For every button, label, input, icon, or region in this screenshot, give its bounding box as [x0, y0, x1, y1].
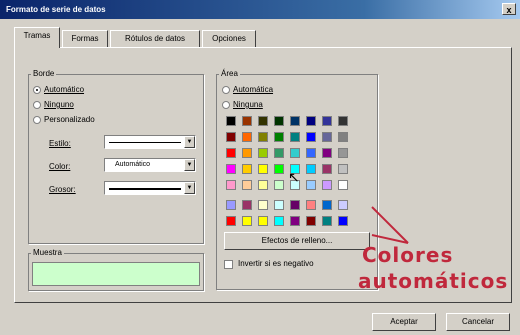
- color-swatch[interactable]: [290, 116, 300, 126]
- color-swatch[interactable]: [242, 148, 252, 158]
- annotation-line2: automáticos: [358, 269, 509, 293]
- color-swatch[interactable]: [258, 180, 268, 190]
- grosor-select[interactable]: ▼: [104, 181, 196, 195]
- borde-radio-ninguno[interactable]: [33, 101, 41, 109]
- mouse-pointer-icon: ↖: [288, 169, 300, 185]
- color-select-value: Automático: [115, 161, 151, 168]
- color-swatch[interactable]: [290, 216, 300, 226]
- color-swatch[interactable]: [274, 132, 284, 142]
- chevron-down-icon[interactable]: ▼: [184, 159, 195, 171]
- color-swatch[interactable]: [290, 148, 300, 158]
- color-swatch[interactable]: [306, 148, 316, 158]
- color-swatch[interactable]: [338, 180, 348, 190]
- color-swatch[interactable]: [242, 132, 252, 142]
- color-swatch[interactable]: [322, 132, 332, 142]
- color-swatch[interactable]: [338, 132, 348, 142]
- color-swatch[interactable]: [274, 148, 284, 158]
- borde-radio-automatico[interactable]: [33, 86, 41, 94]
- color-swatch[interactable]: [322, 164, 332, 174]
- borde-title: Borde: [31, 69, 57, 79]
- ok-button[interactable]: Aceptar: [372, 313, 436, 331]
- color-swatch[interactable]: [322, 180, 332, 190]
- color-swatch[interactable]: [242, 116, 252, 126]
- color-swatch[interactable]: [258, 200, 268, 210]
- color-swatch[interactable]: [258, 164, 268, 174]
- color-swatch[interactable]: [274, 216, 284, 226]
- window-title: Formato de serie de datos: [6, 5, 106, 14]
- tab-formas[interactable]: Formas: [62, 30, 108, 47]
- color-swatch[interactable]: [322, 148, 332, 158]
- muestra-title: Muestra: [31, 248, 64, 258]
- color-swatch[interactable]: [338, 200, 348, 210]
- close-icon[interactable]: x: [502, 3, 516, 15]
- color-swatch[interactable]: [258, 148, 268, 158]
- area-radio-ninguna[interactable]: [222, 101, 230, 109]
- color-swatch[interactable]: [306, 164, 316, 174]
- color-swatch[interactable]: [306, 116, 316, 126]
- color-swatch[interactable]: [338, 148, 348, 158]
- color-swatch[interactable]: [258, 116, 268, 126]
- color-swatch[interactable]: [274, 164, 284, 174]
- color-swatch[interactable]: [226, 200, 236, 210]
- borde-radio-personalizado[interactable]: [33, 116, 41, 124]
- dialog-window: Formato de serie de datos x Tramas Forma…: [0, 0, 520, 335]
- color-swatch[interactable]: [290, 200, 300, 210]
- borde-label-automatico: Automático: [44, 85, 85, 94]
- color-swatch[interactable]: [322, 200, 332, 210]
- color-swatch[interactable]: [274, 116, 284, 126]
- color-swatch[interactable]: [322, 216, 332, 226]
- color-swatch[interactable]: [226, 148, 236, 158]
- color-swatch[interactable]: [226, 180, 236, 190]
- line-weight-sample: [109, 188, 181, 190]
- color-swatch[interactable]: [306, 216, 316, 226]
- color-select[interactable]: Automático ▼: [104, 158, 196, 172]
- invert-label: Invertir si es negativo: [238, 259, 314, 268]
- tab-opciones[interactable]: Opciones: [202, 30, 256, 47]
- area-label-automatica: Automática: [233, 85, 274, 94]
- color-swatch[interactable]: [226, 216, 236, 226]
- chevron-down-icon[interactable]: ▼: [184, 136, 195, 148]
- color-swatch[interactable]: [226, 132, 236, 142]
- grosor-label: Grosor:: [49, 185, 76, 194]
- cancel-button[interactable]: Cancelar: [446, 313, 510, 331]
- color-swatch[interactable]: [338, 116, 348, 126]
- area-title: Área: [219, 69, 240, 79]
- annotation-line1: Colores: [362, 243, 454, 267]
- line-style-sample: [109, 142, 181, 143]
- estilo-label: Estilo:: [49, 139, 71, 148]
- tab-tramas[interactable]: Tramas: [14, 27, 60, 48]
- borde-label-personalizado: Personalizado: [44, 115, 95, 124]
- invert-checkbox[interactable]: [224, 260, 233, 269]
- tab-rotulos-de-datos[interactable]: Rótulos de datos: [110, 30, 200, 47]
- fill-effects-button[interactable]: Efectos de relleno...: [224, 232, 370, 250]
- color-swatch[interactable]: [242, 180, 252, 190]
- area-radio-automatica[interactable]: [222, 86, 230, 94]
- borde-label-ninguno: Ninguno: [44, 100, 74, 109]
- color-swatch[interactable]: [274, 180, 284, 190]
- color-swatch[interactable]: [242, 216, 252, 226]
- color-swatch[interactable]: [242, 164, 252, 174]
- color-swatch[interactable]: [274, 200, 284, 210]
- color-swatch[interactable]: [258, 216, 268, 226]
- color-swatch[interactable]: [338, 216, 348, 226]
- color-swatch[interactable]: [226, 116, 236, 126]
- color-swatch[interactable]: [322, 116, 332, 126]
- color-swatch[interactable]: [338, 164, 348, 174]
- color-swatch[interactable]: [258, 132, 268, 142]
- color-label: Color:: [49, 162, 71, 171]
- color-swatch[interactable]: [306, 200, 316, 210]
- color-swatch[interactable]: [306, 132, 316, 142]
- title-bar: Formato de serie de datos x: [0, 0, 520, 19]
- chevron-down-icon[interactable]: ▼: [184, 182, 195, 194]
- color-swatch[interactable]: [242, 200, 252, 210]
- area-label-ninguna: Ninguna: [233, 100, 263, 109]
- color-swatch[interactable]: [290, 132, 300, 142]
- color-swatch[interactable]: [226, 164, 236, 174]
- color-swatch[interactable]: [306, 180, 316, 190]
- muestra-preview: [32, 262, 200, 286]
- estilo-select[interactable]: ▼: [104, 135, 196, 149]
